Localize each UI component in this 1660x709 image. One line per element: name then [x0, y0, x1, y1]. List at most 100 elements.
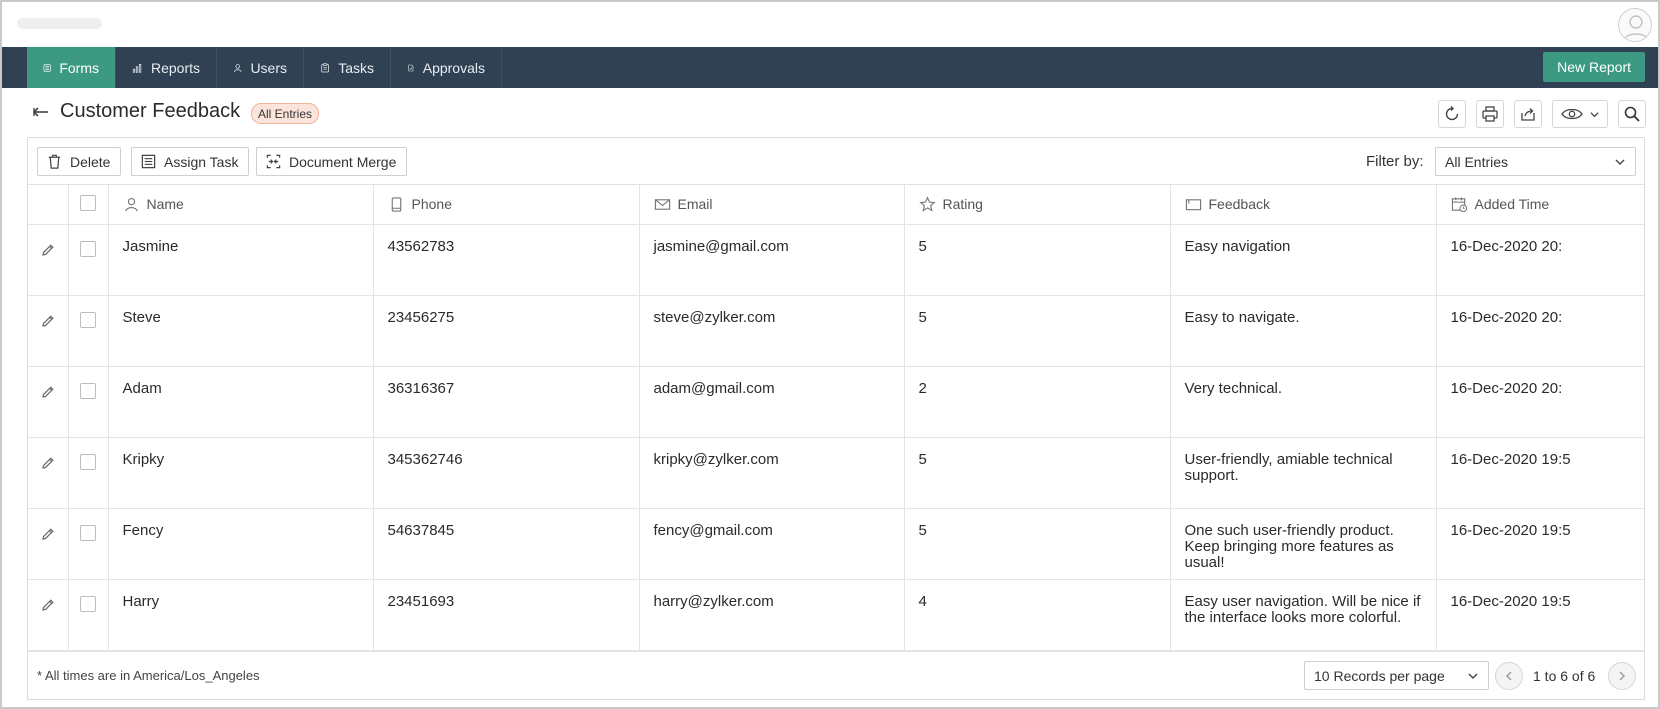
- tasks-icon: [321, 62, 329, 72]
- nav-item-tasks[interactable]: Tasks: [304, 47, 391, 88]
- chevron-down-icon: [1589, 111, 1599, 117]
- select-cell: [68, 295, 109, 367]
- cell-rating: 5: [904, 224, 1171, 296]
- search-button[interactable]: [1618, 100, 1646, 128]
- col-label-rating: Rating: [942, 196, 983, 213]
- edit-pencil-icon[interactable]: [41, 314, 55, 328]
- cell-rating: 5: [904, 295, 1171, 367]
- records-table: Name Phone Email Rating Feedback Added T…: [28, 185, 1644, 651]
- nav-item-reports[interactable]: Reports: [116, 47, 217, 88]
- refresh-icon: [1445, 106, 1459, 121]
- cell-name: Jasmine: [108, 224, 374, 296]
- nav-item-users[interactable]: Users: [217, 47, 304, 88]
- reports-icon: [132, 63, 142, 73]
- select-all-checkbox[interactable]: [80, 194, 96, 211]
- row-checkbox[interactable]: [80, 453, 96, 470]
- text-area-icon: [1185, 198, 1201, 211]
- table-row[interactable]: Steve 23456275 steve@zylker.com 5 Easy to na…: [28, 295, 1644, 367]
- back-arrow-icon[interactable]: [31, 102, 51, 122]
- cell-feedback: Very technical.: [1170, 366, 1437, 438]
- delete-label: Delete: [70, 153, 111, 170]
- edit-pencil-icon[interactable]: [41, 243, 55, 257]
- row-checkbox[interactable]: [80, 524, 96, 541]
- cell-email: jasmine@gmail.com: [639, 224, 905, 296]
- timezone-note: * All times are in America/Los_Angeles: [37, 668, 260, 683]
- row-checkbox[interactable]: [80, 595, 96, 612]
- records-per-page-value: 10 Records per page: [1314, 667, 1445, 684]
- col-header-email[interactable]: Email: [639, 185, 905, 225]
- avatar-icon: [1623, 15, 1649, 41]
- user-icon: [124, 197, 138, 212]
- delete-button[interactable]: Delete: [37, 147, 122, 176]
- nav-label-reports: Reports: [150, 59, 200, 76]
- cell-feedback: One such user-friendly product. Keep bri…: [1170, 508, 1437, 580]
- cell-rating: 4: [904, 579, 1171, 651]
- col-header-feedback[interactable]: Feedback: [1170, 185, 1437, 225]
- cell-email: steve@zylker.com: [639, 295, 905, 367]
- col-header-name[interactable]: Name: [108, 185, 374, 225]
- cell-feedback: Easy navigation: [1170, 224, 1437, 296]
- edit-cell: [28, 295, 69, 367]
- cell-phone: 54637845: [373, 508, 640, 580]
- document-merge-label: Document Merge: [289, 153, 397, 170]
- task-list-icon: [141, 154, 156, 169]
- avatar[interactable]: [1618, 8, 1652, 42]
- edit-pencil-icon[interactable]: [41, 598, 55, 612]
- export-icon: [1521, 108, 1535, 121]
- page-title: Customer Feedback: [60, 100, 241, 122]
- nav-item-forms[interactable]: Forms: [27, 47, 116, 88]
- view-options-dropdown[interactable]: [1552, 100, 1608, 128]
- row-checkbox[interactable]: [80, 240, 96, 257]
- records-per-page-select[interactable]: 10 Records per page: [1304, 661, 1489, 690]
- cell-name: Steve: [108, 295, 374, 367]
- filter-select[interactable]: All Entries: [1435, 147, 1636, 176]
- table-row[interactable]: Fency 54637845 fency@gmail.com 5 One such us…: [28, 508, 1644, 580]
- next-page-button[interactable]: [1608, 662, 1636, 690]
- table-row[interactable]: Harry 23451693 harry@zylker.com 4 Easy user …: [28, 579, 1644, 651]
- edit-pencil-icon[interactable]: [41, 385, 55, 399]
- prev-page-button[interactable]: [1495, 662, 1523, 690]
- filter-value: All Entries: [1445, 153, 1509, 170]
- document-merge-button[interactable]: Document Merge: [256, 147, 408, 176]
- edit-col-header: [28, 185, 69, 225]
- action-bar: Delete Assign Task Document Merge Filter…: [28, 138, 1644, 185]
- edit-cell: [28, 579, 69, 651]
- cell-email: kripky@zylker.com: [639, 437, 905, 509]
- col-label-feedback: Feedback: [1208, 196, 1270, 213]
- col-header-added-time[interactable]: Added Time: [1436, 185, 1644, 225]
- print-button[interactable]: [1476, 100, 1504, 128]
- cell-phone: 23451693: [373, 579, 640, 651]
- cell-added: 16-Dec-2020 19:5: [1436, 579, 1644, 651]
- new-report-button[interactable]: New Report: [1543, 52, 1645, 82]
- col-label-name: Name: [146, 196, 184, 213]
- chevron-right-icon: [1619, 671, 1625, 681]
- col-header-phone[interactable]: Phone: [373, 185, 640, 225]
- cell-added: 16-Dec-2020 19:5: [1436, 508, 1644, 580]
- table-row[interactable]: Adam 36316367 adam@gmail.com 2 Very technica…: [28, 366, 1644, 438]
- cell-rating: 5: [904, 508, 1171, 580]
- col-label-phone: Phone: [411, 196, 452, 213]
- edit-pencil-icon[interactable]: [41, 456, 55, 470]
- edit-pencil-icon[interactable]: [41, 527, 55, 541]
- row-checkbox[interactable]: [80, 382, 96, 399]
- refresh-button[interactable]: [1438, 100, 1466, 128]
- row-checkbox[interactable]: [80, 311, 96, 328]
- cell-feedback: Easy to navigate.: [1170, 295, 1437, 367]
- cell-email: adam@gmail.com: [639, 366, 905, 438]
- chevron-left-icon: [1506, 671, 1512, 681]
- nav-label-forms: Forms: [59, 59, 99, 76]
- records-table-wrap: Name Phone Email Rating Feedback Added T…: [28, 185, 1644, 651]
- assign-task-button[interactable]: Assign Task: [131, 147, 250, 176]
- star-icon: [918, 196, 936, 212]
- export-button[interactable]: [1514, 100, 1542, 128]
- table-row[interactable]: Kripky 345362746 kripky@zylker.com 5 User-fr…: [28, 437, 1644, 509]
- table-row[interactable]: Jasmine 43562783 jasmine@gmail.com 5 Easy na…: [28, 224, 1644, 296]
- document-merge-icon: [266, 154, 281, 169]
- pagination-text: 1 to 6 of 6: [1533, 668, 1596, 684]
- cell-added: 16-Dec-2020 20:: [1436, 295, 1644, 367]
- edit-cell: [28, 224, 69, 296]
- select-all-cell: [68, 185, 109, 225]
- nav-item-approvals[interactable]: Approvals: [391, 47, 502, 88]
- col-header-rating[interactable]: Rating: [904, 185, 1171, 225]
- main-nav: Forms Reports Users Tasks Approvals New …: [2, 47, 1658, 88]
